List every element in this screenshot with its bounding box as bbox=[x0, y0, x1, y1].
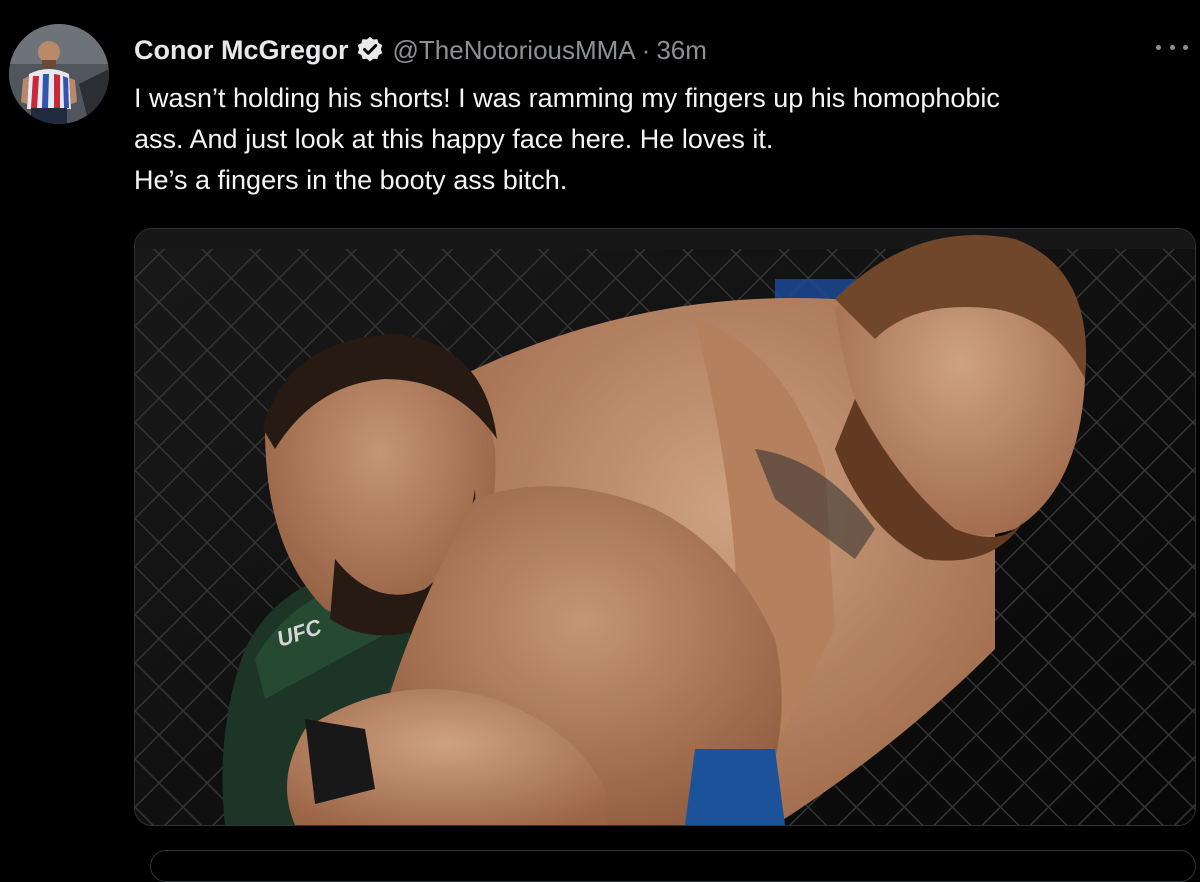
author-avatar[interactable] bbox=[9, 24, 109, 124]
tweet-text-line: I wasn’t holding his shorts! I was rammi… bbox=[134, 83, 1000, 113]
author-handle[interactable]: @TheNotoriousMMA bbox=[393, 35, 636, 66]
tweet-text-line: He’s a fingers in the booty ass bitch. bbox=[134, 165, 568, 195]
tweet-header: Conor McGregor @TheNotoriousMMA · 36m bbox=[134, 30, 707, 70]
more-dot bbox=[1169, 44, 1175, 50]
tweet[interactable]: Conor McGregor @TheNotoriousMMA · 36m I … bbox=[0, 0, 1200, 882]
more-dot bbox=[1156, 44, 1161, 50]
tweet-text: I wasn’t holding his shorts! I was rammi… bbox=[134, 78, 1174, 201]
more-dot bbox=[1183, 44, 1188, 50]
next-tweet-card-edge bbox=[150, 850, 1196, 882]
tweet-timestamp[interactable]: 36m bbox=[656, 35, 707, 66]
tweet-text-line: ass. And just look at this happy face he… bbox=[134, 124, 774, 154]
more-options-icon[interactable] bbox=[1152, 34, 1192, 60]
verified-badge-icon bbox=[355, 35, 385, 65]
author-display-name[interactable]: Conor McGregor bbox=[134, 35, 349, 66]
header-separator: · bbox=[641, 34, 651, 65]
tweet-media-photo[interactable]: UFC bbox=[134, 228, 1196, 826]
